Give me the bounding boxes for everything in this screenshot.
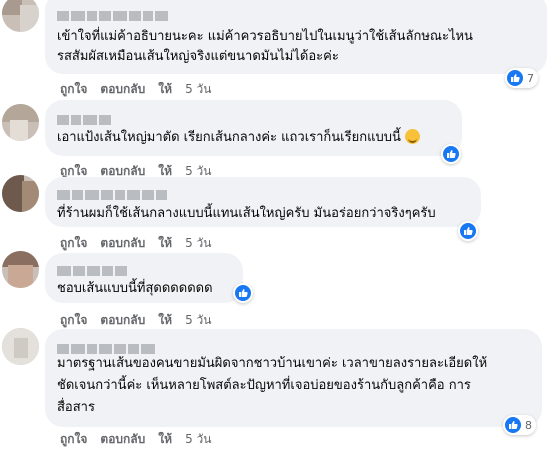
comment-bubble: เข้าใจที่แม่ค้าอธิบายนะคะ แม่ค้าควรอธิบา…: [45, 0, 547, 74]
comment-text-line: สื่อสาร: [57, 400, 95, 415]
author-name-redacted[interactable]: [57, 261, 129, 276]
like-link[interactable]: ถูกใจ: [60, 82, 87, 96]
comment-bubble: ชอบเส้นแบบนี้ที่สุดดดดดดด: [45, 253, 243, 303]
comment-bubble: ที่ร้านผมก็ใช้เส้นกลางแบบนี้แทนเส้นใหญ่ค…: [45, 177, 481, 227]
comment-actions: ถูกใจ ตอบกลับ ให้ 5 วัน: [60, 430, 224, 449]
timestamp[interactable]: 5 วัน: [185, 82, 211, 96]
like-icon: [443, 146, 459, 162]
comment-text-line: ชัดเจนกว่านี้ค่ะ เห็นหลายโพสต์ละปัญหาที่…: [57, 378, 471, 393]
reaction-summary[interactable]: [233, 283, 253, 303]
reply-link[interactable]: ตอบกลับ: [100, 313, 145, 327]
avatar[interactable]: [2, 0, 39, 32]
timestamp[interactable]: 5 วัน: [185, 432, 211, 446]
comment-bubble: เอาแป้งเส้นใหญ่มาตัด เรียกเส้นกลางค่ะ แถ…: [45, 100, 462, 156]
like-icon: [460, 223, 476, 239]
comment-actions: ถูกใจ ตอบกลับ ให้ 5 วัน: [60, 311, 224, 330]
like-icon: [505, 417, 521, 433]
comment-text-line: ที่ร้านผมก็ใช้เส้นกลางแบบนี้แทนเส้นใหญ่ค…: [57, 206, 436, 221]
comment-text-line: เข้าใจที่แม่ค้าอธิบายนะคะ แม่ค้าควรอธิบา…: [57, 29, 473, 44]
reply-link[interactable]: ตอบกลับ: [100, 432, 145, 446]
author-name-redacted[interactable]: [57, 185, 169, 200]
timestamp[interactable]: 5 วัน: [185, 164, 211, 178]
reaction-summary[interactable]: [441, 144, 461, 164]
like-link[interactable]: ถูกใจ: [60, 313, 87, 327]
share-link[interactable]: ให้: [158, 236, 172, 250]
reply-link[interactable]: ตอบกลับ: [100, 236, 145, 250]
reaction-summary[interactable]: 7: [505, 68, 538, 88]
avatar[interactable]: [2, 328, 39, 365]
comment-text: เอาแป้งเส้นใหญ่มาตัด เรียกเส้นกลางค่ะ แถ…: [57, 130, 401, 145]
like-link[interactable]: ถูกใจ: [60, 164, 87, 178]
share-link[interactable]: ให้: [158, 164, 172, 178]
author-name-redacted[interactable]: [57, 6, 170, 21]
like-link[interactable]: ถูกใจ: [60, 432, 87, 446]
reply-link[interactable]: ตอบกลับ: [100, 164, 145, 178]
avatar[interactable]: [2, 175, 39, 212]
share-link[interactable]: ให้: [158, 432, 172, 446]
share-link[interactable]: ให้: [158, 82, 172, 96]
author-name-redacted[interactable]: [57, 339, 157, 354]
comment-bubble: มาตรฐานเส้นของคนขายมันผิดจากชาวบ้านเขาค่…: [45, 329, 542, 427]
comment-text-line: ชอบเส้นแบบนี้ที่สุดดดดดดด: [57, 281, 213, 296]
avatar[interactable]: [2, 104, 39, 141]
comment-text-line: เอาแป้งเส้นใหญ่มาตัด เรียกเส้นกลางค่ะ แถ…: [57, 127, 420, 148]
comment-text-line: รสสัมผัสเหมือนเส้นใหญ่จริงแต่ขนาดมันไม่ไ…: [57, 49, 339, 64]
timestamp[interactable]: 5 วัน: [185, 236, 211, 250]
reaction-count: 7: [527, 71, 534, 85]
comment-actions: ถูกใจ ตอบกลับ ให้ 5 วัน: [60, 234, 224, 253]
reply-link[interactable]: ตอบกลับ: [100, 82, 145, 96]
like-link[interactable]: ถูกใจ: [60, 236, 87, 250]
reaction-summary[interactable]: 8: [503, 415, 536, 435]
comment-actions: ถูกใจ ตอบกลับ ให้ 5 วัน: [60, 80, 224, 99]
like-icon: [507, 70, 523, 86]
author-name-redacted[interactable]: [57, 110, 113, 125]
timestamp[interactable]: 5 วัน: [185, 313, 211, 327]
reaction-count: 8: [525, 418, 532, 432]
avatar[interactable]: [2, 251, 39, 288]
reaction-summary[interactable]: [458, 221, 478, 241]
like-icon: [235, 285, 251, 301]
grinning-face-icon: [404, 129, 420, 144]
comment-text-line: มาตรฐานเส้นของคนขายมันผิดจากชาวบ้านเขาค่…: [57, 356, 488, 371]
share-link[interactable]: ให้: [158, 313, 172, 327]
